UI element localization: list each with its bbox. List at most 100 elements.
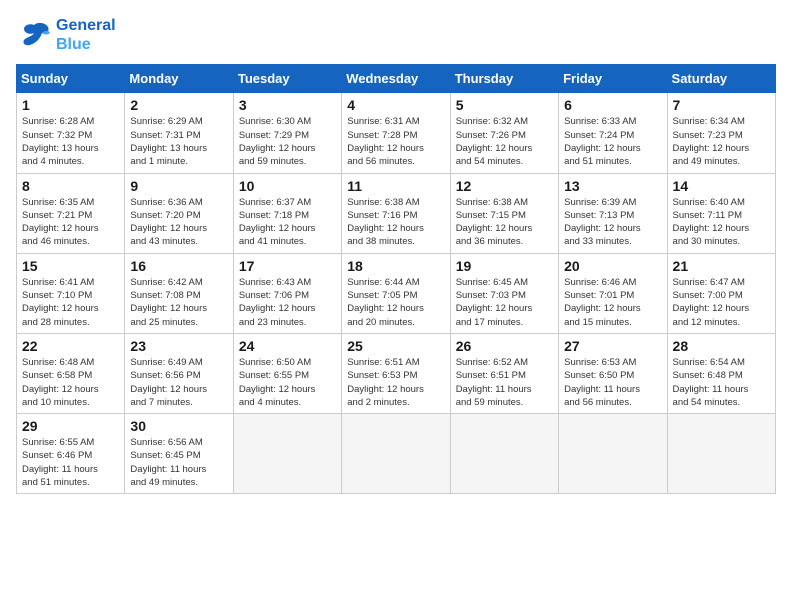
- calendar-day-22: 22 Sunrise: 6:48 AM Sunset: 6:58 PM Dayli…: [17, 333, 125, 413]
- day-number-7: 7: [673, 97, 770, 113]
- day-number-20: 20: [564, 258, 661, 274]
- day-info-22: Sunrise: 6:48 AM Sunset: 6:58 PM Dayligh…: [22, 356, 119, 409]
- day-number-29: 29: [22, 418, 119, 434]
- day-number-3: 3: [239, 97, 336, 113]
- day-info-8: Sunrise: 6:35 AM Sunset: 7:21 PM Dayligh…: [22, 196, 119, 249]
- day-number-30: 30: [130, 418, 227, 434]
- weekday-header-friday: Friday: [559, 65, 667, 93]
- day-info-25: Sunrise: 6:51 AM Sunset: 6:53 PM Dayligh…: [347, 356, 444, 409]
- calendar-day-27: 27Sunrise: 6:53 AM Sunset: 6:50 PM Dayli…: [559, 333, 667, 413]
- empty-cell: [342, 414, 450, 494]
- calendar-day-17: 17 Sunrise: 6:43 AM Sunset: 7:06 PM Dayli…: [233, 253, 341, 333]
- logo: General Blue: [16, 16, 116, 54]
- calendar-day-1: 1 Sunrise: 6:28 AM Sunset: 7:32 PM Daylig…: [17, 93, 125, 173]
- calendar-day-18: 18 Sunrise: 6:44 AM Sunset: 7:05 PM Dayli…: [342, 253, 450, 333]
- empty-cell: [559, 414, 667, 494]
- calendar-day-25: 25Sunrise: 6:51 AM Sunset: 6:53 PM Dayli…: [342, 333, 450, 413]
- calendar-week-2: 8 Sunrise: 6:35 AM Sunset: 7:21 PM Daylig…: [17, 173, 776, 253]
- calendar-day-30: 30 Sunrise: 6:56 AM Sunset: 6:45 PM Dayli…: [125, 414, 233, 494]
- day-number-13: 13: [564, 178, 661, 194]
- day-number-21: 21: [673, 258, 770, 274]
- calendar-day-11: 11 Sunrise: 6:38 AM Sunset: 7:16 PM Dayli…: [342, 173, 450, 253]
- weekday-header-wednesday: Wednesday: [342, 65, 450, 93]
- day-info-3: Sunrise: 6:30 AM Sunset: 7:29 PM Dayligh…: [239, 115, 336, 168]
- day-info-28: Sunrise: 6:54 AM Sunset: 6:48 PM Dayligh…: [673, 356, 770, 409]
- empty-cell: [233, 414, 341, 494]
- calendar-day-14: 14 Sunrise: 6:40 AM Sunset: 7:11 PM Dayli…: [667, 173, 775, 253]
- day-info-26: Sunrise: 6:52 AM Sunset: 6:51 PM Dayligh…: [456, 356, 553, 409]
- day-number-9: 9: [130, 178, 227, 194]
- weekday-header-thursday: Thursday: [450, 65, 558, 93]
- weekday-header-tuesday: Tuesday: [233, 65, 341, 93]
- day-number-14: 14: [673, 178, 770, 194]
- day-number-18: 18: [347, 258, 444, 274]
- day-info-23: Sunrise: 6:49 AM Sunset: 6:56 PM Dayligh…: [130, 356, 227, 409]
- calendar-day-23: 23 Sunrise: 6:49 AM Sunset: 6:56 PM Dayli…: [125, 333, 233, 413]
- day-info-4: Sunrise: 6:31 AM Sunset: 7:28 PM Dayligh…: [347, 115, 444, 168]
- calendar-day-15: 15 Sunrise: 6:41 AM Sunset: 7:10 PM Dayli…: [17, 253, 125, 333]
- day-info-1: Sunrise: 6:28 AM Sunset: 7:32 PM Dayligh…: [22, 115, 119, 168]
- logo-icon: [16, 17, 52, 53]
- day-number-24: 24: [239, 338, 336, 354]
- day-number-10: 10: [239, 178, 336, 194]
- day-number-23: 23: [130, 338, 227, 354]
- calendar-day-3: 3 Sunrise: 6:30 AM Sunset: 7:29 PM Daylig…: [233, 93, 341, 173]
- weekday-header-sunday: Sunday: [17, 65, 125, 93]
- weekday-header-saturday: Saturday: [667, 65, 775, 93]
- calendar-day-21: 21 Sunrise: 6:47 AM Sunset: 7:00 PM Dayli…: [667, 253, 775, 333]
- day-info-29: Sunrise: 6:55 AM Sunset: 6:46 PM Dayligh…: [22, 436, 119, 489]
- day-number-8: 8: [22, 178, 119, 194]
- calendar-day-5: 5 Sunrise: 6:32 AM Sunset: 7:26 PM Daylig…: [450, 93, 558, 173]
- day-info-19: Sunrise: 6:45 AM Sunset: 7:03 PM Dayligh…: [456, 276, 553, 329]
- day-info-14: Sunrise: 6:40 AM Sunset: 7:11 PM Dayligh…: [673, 196, 770, 249]
- calendar-day-10: 10Sunrise: 6:37 AM Sunset: 7:18 PM Dayli…: [233, 173, 341, 253]
- day-info-2: Sunrise: 6:29 AM Sunset: 7:31 PM Dayligh…: [130, 115, 227, 168]
- day-number-12: 12: [456, 178, 553, 194]
- day-info-11: Sunrise: 6:38 AM Sunset: 7:16 PM Dayligh…: [347, 196, 444, 249]
- calendar-day-7: 7Sunrise: 6:34 AM Sunset: 7:23 PM Daylig…: [667, 93, 775, 173]
- day-info-18: Sunrise: 6:44 AM Sunset: 7:05 PM Dayligh…: [347, 276, 444, 329]
- calendar-day-29: 29 Sunrise: 6:55 AM Sunset: 6:46 PM Dayli…: [17, 414, 125, 494]
- day-number-15: 15: [22, 258, 119, 274]
- calendar-week-5: 29 Sunrise: 6:55 AM Sunset: 6:46 PM Dayli…: [17, 414, 776, 494]
- calendar-day-9: 9Sunrise: 6:36 AM Sunset: 7:20 PM Daylig…: [125, 173, 233, 253]
- calendar-day-20: 20 Sunrise: 6:46 AM Sunset: 7:01 PM Dayli…: [559, 253, 667, 333]
- day-info-6: Sunrise: 6:33 AM Sunset: 7:24 PM Dayligh…: [564, 115, 661, 168]
- day-info-16: Sunrise: 6:42 AM Sunset: 7:08 PM Dayligh…: [130, 276, 227, 329]
- calendar-day-8: 8 Sunrise: 6:35 AM Sunset: 7:21 PM Daylig…: [17, 173, 125, 253]
- day-number-16: 16: [130, 258, 227, 274]
- day-number-11: 11: [347, 178, 444, 194]
- day-info-13: Sunrise: 6:39 AM Sunset: 7:13 PM Dayligh…: [564, 196, 661, 249]
- day-info-5: Sunrise: 6:32 AM Sunset: 7:26 PM Dayligh…: [456, 115, 553, 168]
- calendar-day-19: 19 Sunrise: 6:45 AM Sunset: 7:03 PM Dayli…: [450, 253, 558, 333]
- calendar-day-4: 4 Sunrise: 6:31 AM Sunset: 7:28 PM Daylig…: [342, 93, 450, 173]
- calendar-day-2: 2 Sunrise: 6:29 AM Sunset: 7:31 PM Daylig…: [125, 93, 233, 173]
- calendar-week-4: 22 Sunrise: 6:48 AM Sunset: 6:58 PM Dayli…: [17, 333, 776, 413]
- day-number-1: 1: [22, 97, 119, 113]
- calendar-day-26: 26Sunrise: 6:52 AM Sunset: 6:51 PM Dayli…: [450, 333, 558, 413]
- day-number-28: 28: [673, 338, 770, 354]
- calendar-day-28: 28 Sunrise: 6:54 AM Sunset: 6:48 PM Dayli…: [667, 333, 775, 413]
- weekday-header-monday: Monday: [125, 65, 233, 93]
- day-number-19: 19: [456, 258, 553, 274]
- day-info-15: Sunrise: 6:41 AM Sunset: 7:10 PM Dayligh…: [22, 276, 119, 329]
- day-number-2: 2: [130, 97, 227, 113]
- day-number-17: 17: [239, 258, 336, 274]
- weekday-header-row: SundayMondayTuesdayWednesdayThursdayFrid…: [17, 65, 776, 93]
- day-number-5: 5: [456, 97, 553, 113]
- calendar-day-6: 6 Sunrise: 6:33 AM Sunset: 7:24 PM Daylig…: [559, 93, 667, 173]
- day-number-22: 22: [22, 338, 119, 354]
- day-info-21: Sunrise: 6:47 AM Sunset: 7:00 PM Dayligh…: [673, 276, 770, 329]
- day-info-17: Sunrise: 6:43 AM Sunset: 7:06 PM Dayligh…: [239, 276, 336, 329]
- day-info-30: Sunrise: 6:56 AM Sunset: 6:45 PM Dayligh…: [130, 436, 227, 489]
- day-info-12: Sunrise: 6:38 AM Sunset: 7:15 PM Dayligh…: [456, 196, 553, 249]
- logo-text: General Blue: [56, 16, 116, 54]
- day-number-6: 6: [564, 97, 661, 113]
- day-info-24: Sunrise: 6:50 AM Sunset: 6:55 PM Dayligh…: [239, 356, 336, 409]
- calendar-table: SundayMondayTuesdayWednesdayThursdayFrid…: [16, 64, 776, 494]
- day-number-4: 4: [347, 97, 444, 113]
- calendar-day-13: 13 Sunrise: 6:39 AM Sunset: 7:13 PM Dayli…: [559, 173, 667, 253]
- day-info-20: Sunrise: 6:46 AM Sunset: 7:01 PM Dayligh…: [564, 276, 661, 329]
- empty-cell: [450, 414, 558, 494]
- day-number-27: 27: [564, 338, 661, 354]
